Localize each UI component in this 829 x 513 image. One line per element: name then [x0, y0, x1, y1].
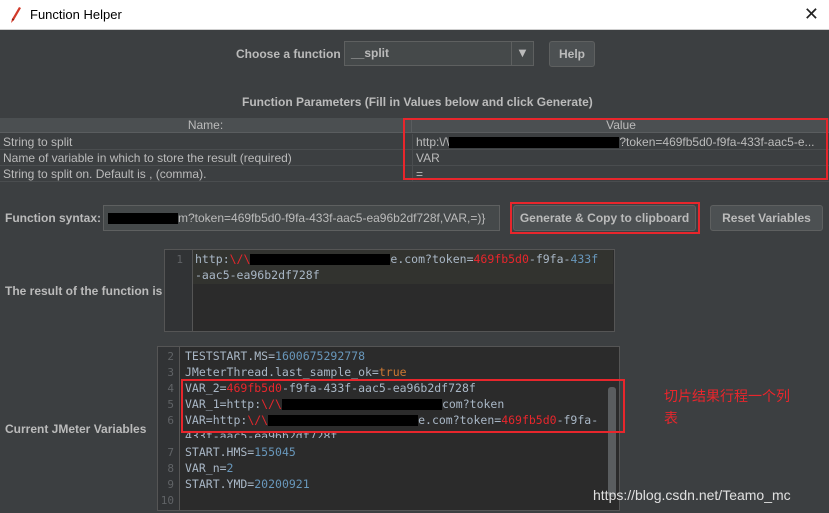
- variable-line: START.HMS=155045: [185, 445, 296, 459]
- function-select[interactable]: __split ▼: [344, 41, 534, 66]
- title-bar: Function Helper ✕: [0, 0, 829, 30]
- line-number: 6: [167, 414, 174, 427]
- params-heading: Function Parameters (Fill in Values belo…: [242, 95, 593, 109]
- function-syntax-value: m?token=469fb5d0-f9fa-433f-aac5-ea96b2df…: [178, 211, 486, 225]
- col-name-header: Name:: [0, 118, 412, 133]
- line-number: 2: [167, 350, 174, 363]
- line-number: 1: [176, 253, 183, 266]
- line-number: 4: [167, 382, 174, 395]
- choose-function-label: Choose a function: [236, 47, 341, 61]
- line-number: 7: [167, 446, 174, 459]
- close-icon[interactable]: ✕: [804, 4, 819, 25]
- highlight-box: [403, 118, 828, 180]
- highlight-box: [181, 379, 625, 433]
- chevron-down-icon[interactable]: ▼: [511, 42, 533, 65]
- variable-line: JMeterThread.last_sample_ok=true: [185, 365, 407, 379]
- redaction: [250, 254, 391, 265]
- line-number: 3: [167, 366, 174, 379]
- line-number: 5: [167, 398, 174, 411]
- watermark: https://blog.csdn.net/Teamo_mc: [593, 487, 791, 503]
- param-name: Name of variable in which to store the r…: [3, 151, 292, 165]
- help-button[interactable]: Help: [549, 41, 595, 67]
- annotation-line-1: 切片结果行程一个列: [664, 389, 790, 405]
- line-number: 8: [167, 462, 174, 475]
- result-line-2: -aac5-ea96b2df728f: [195, 268, 320, 282]
- reset-variables-button[interactable]: Reset Variables: [710, 205, 823, 231]
- line-number: 10: [160, 494, 174, 507]
- variable-line: START.YMD=20200921: [185, 477, 310, 491]
- variable-line: TESTSTART.MS=1600675292778: [185, 349, 366, 363]
- highlight-box: [510, 202, 700, 234]
- function-select-value: __split: [351, 46, 390, 60]
- param-name: String to split: [3, 135, 73, 149]
- param-name: String to split on. Default is , (comma)…: [3, 167, 207, 181]
- function-syntax-field[interactable]: m?token=469fb5d0-f9fa-433f-aac5-ea96b2df…: [103, 205, 500, 231]
- feather-icon: [11, 7, 21, 23]
- annotation-line-2: 表: [664, 411, 678, 427]
- annotation-text: 切片结果行程一个列 表: [664, 386, 790, 430]
- variables-label: Current JMeter Variables: [5, 422, 147, 436]
- function-syntax-label: Function syntax:: [5, 211, 102, 225]
- result-line-1: http:\/\ e.com?token=469fb5d0-f9fa-433f: [195, 252, 599, 266]
- result-editor[interactable]: 1 http:\/\ e.com?token=469fb5d0-f9fa-433f…: [164, 249, 615, 332]
- line-number: 9: [167, 478, 174, 491]
- window-title: Function Helper: [30, 7, 122, 22]
- redaction: [108, 213, 178, 225]
- result-label: The result of the function is: [5, 284, 163, 298]
- variable-line: VAR_n=2: [185, 461, 234, 475]
